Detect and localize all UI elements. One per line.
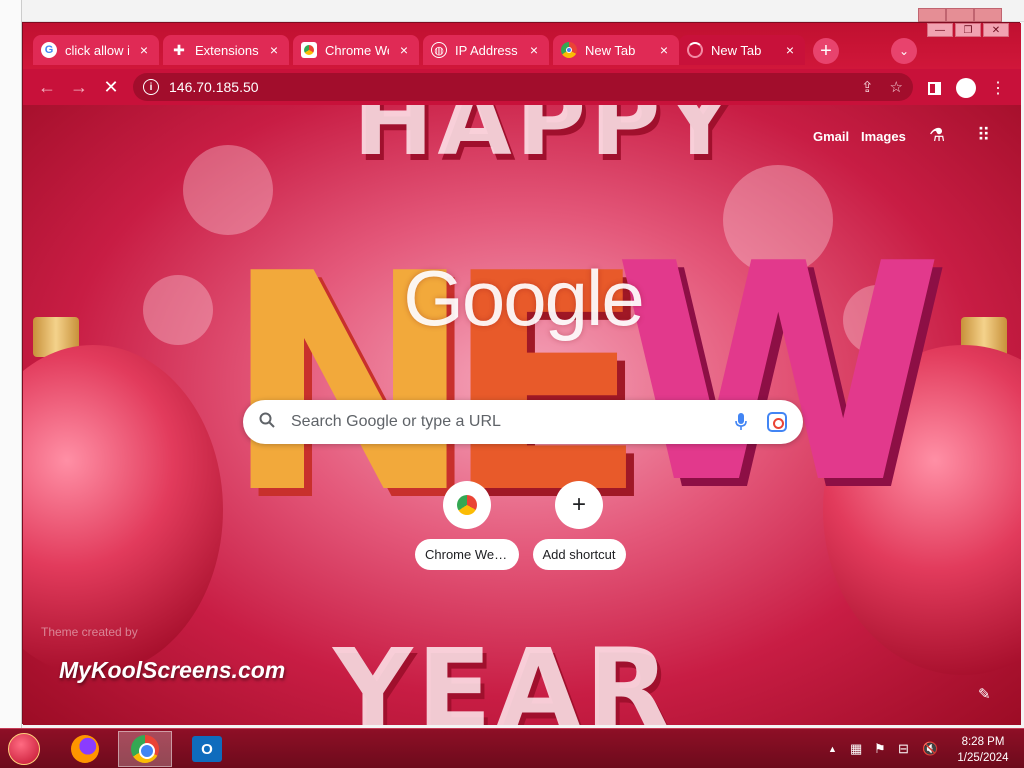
google-logo: Google xyxy=(403,254,645,342)
search-icon xyxy=(259,412,275,433)
profile-avatar-icon[interactable] xyxy=(955,77,977,99)
clock-date: 1/25/2024 xyxy=(957,752,1009,764)
address-bar[interactable]: i 146.70.185.50 ⇪ ☆ xyxy=(133,73,913,101)
tab-new-tab[interactable]: New Tab × xyxy=(553,35,679,65)
google-lens-icon[interactable] xyxy=(767,412,787,432)
gmail-link[interactable]: Gmail xyxy=(813,129,849,144)
taskbar-firefox[interactable] xyxy=(58,731,112,767)
taskbar-outlook[interactable]: O xyxy=(180,731,234,767)
site-info-icon[interactable]: i xyxy=(143,79,159,95)
side-panel-icon[interactable] xyxy=(923,77,945,99)
menu-kebab-icon[interactable]: ⋮ xyxy=(987,77,1009,99)
puzzle-icon: ✚ xyxy=(173,41,185,58)
tab-strip: G click allow it × ✚ Extensions × Chrome… xyxy=(23,23,1021,69)
tab-extensions[interactable]: ✚ Extensions × xyxy=(163,35,289,65)
tab-label: click allow it xyxy=(65,42,129,58)
globe-icon: ◍ xyxy=(431,42,447,58)
new-tab-button[interactable]: + xyxy=(813,38,839,64)
minimize-button[interactable]: — xyxy=(927,23,953,37)
decor-happy-text: HAPPY xyxy=(353,105,738,177)
browser-toolbar: ← → ✕ i 146.70.185.50 ⇪ ☆ ⋮ xyxy=(23,69,1021,105)
taskbar: O ▲ ▦ ⚑ ⊟ 🔇 8:28 PM 1/25/2024 xyxy=(0,728,1024,768)
flag-icon[interactable]: ⚑ xyxy=(874,741,886,757)
tab-label: IP Address xyxy=(455,42,518,58)
loading-icon xyxy=(687,42,703,58)
tab-chrome-web-store[interactable]: Chrome Web × xyxy=(293,35,419,65)
tab-click-allow[interactable]: G click allow it × xyxy=(33,35,159,65)
tab-label: New Tab xyxy=(585,42,636,58)
shortcut-label: Add shortcut xyxy=(532,539,626,570)
shortcut-chrome-web-store[interactable]: Chrome Web ... xyxy=(415,481,519,575)
volume-muted-icon[interactable]: 🔇 xyxy=(922,741,938,757)
background-restore-button[interactable] xyxy=(946,8,974,22)
theme-credit: Theme created by xyxy=(41,625,138,639)
images-link[interactable]: Images xyxy=(861,129,906,144)
webstore-icon xyxy=(443,481,491,529)
background-window-edge xyxy=(0,0,22,728)
tab-search-button[interactable]: ⌄ xyxy=(891,38,917,64)
background-close-button[interactable] xyxy=(974,8,1002,22)
decor-year-text: YEAR xyxy=(333,625,674,725)
tab-close-button[interactable]: × xyxy=(137,42,151,58)
forward-button[interactable]: → xyxy=(67,75,91,99)
tab-close-button[interactable]: × xyxy=(783,42,797,58)
tab-label: New Tab xyxy=(711,42,762,58)
voice-search-icon[interactable] xyxy=(731,412,751,432)
taskbar-chrome[interactable] xyxy=(118,731,172,767)
plus-icon: + xyxy=(555,481,603,529)
tab-label: Chrome Web xyxy=(325,42,389,58)
stop-loading-button[interactable]: ✕ xyxy=(99,75,123,99)
bookmark-star-icon[interactable]: ☆ xyxy=(890,78,903,96)
background-minimize-button[interactable] xyxy=(918,8,946,22)
theme-author-link[interactable]: MyKoolScreens.com xyxy=(59,657,285,684)
url-text[interactable]: 146.70.185.50 xyxy=(169,79,845,95)
webstore-icon xyxy=(301,42,317,58)
back-button[interactable]: ← xyxy=(35,75,59,99)
tab-new-tab-active[interactable]: New Tab × xyxy=(679,35,805,65)
background-window-titlebar xyxy=(0,0,1024,22)
customize-pencil-icon[interactable]: ✎ xyxy=(978,685,991,703)
firefox-icon xyxy=(71,735,99,763)
shortcut-add[interactable]: + Add shortcut xyxy=(527,481,631,575)
restore-button[interactable]: ❐ xyxy=(955,23,981,37)
tab-close-button[interactable]: × xyxy=(397,42,411,58)
tab-close-button[interactable]: × xyxy=(527,42,541,58)
network-icon[interactable]: ⊟ xyxy=(898,741,909,757)
apps-grid-icon[interactable]: ⠿ xyxy=(977,125,990,146)
tab-label: Extensions xyxy=(195,42,259,58)
chrome-icon xyxy=(561,42,577,58)
labs-flask-icon[interactable]: ⚗ xyxy=(929,125,945,146)
outlook-icon: O xyxy=(192,736,222,762)
start-button-ornament-icon[interactable] xyxy=(8,733,40,765)
system-clock[interactable]: 8:28 PM 1/25/2024 xyxy=(948,734,1018,766)
clock-time: 8:28 PM xyxy=(961,736,1005,748)
decor-bokeh xyxy=(143,275,213,345)
close-window-button[interactable]: ✕ xyxy=(983,23,1009,37)
action-center-icon[interactable]: ▦ xyxy=(850,741,862,757)
share-icon[interactable]: ⇪ xyxy=(861,78,874,96)
tab-close-button[interactable]: × xyxy=(267,42,281,58)
new-tab-page: HAPPY N E W YEAR Gmail Images ⚗ ⠿ Google… xyxy=(23,105,1021,725)
chrome-window: G click allow it × ✚ Extensions × Chrome… xyxy=(22,22,1021,725)
shortcut-label: Chrome Web ... xyxy=(415,539,519,570)
tab-ip-address[interactable]: ◍ IP Address × xyxy=(423,35,549,65)
search-input[interactable] xyxy=(291,413,731,431)
tab-close-button[interactable]: × xyxy=(657,42,671,58)
show-hidden-icons-button[interactable]: ▲ xyxy=(828,744,837,754)
google-icon: G xyxy=(41,42,57,58)
search-box[interactable] xyxy=(243,400,803,444)
chrome-icon xyxy=(131,735,159,763)
